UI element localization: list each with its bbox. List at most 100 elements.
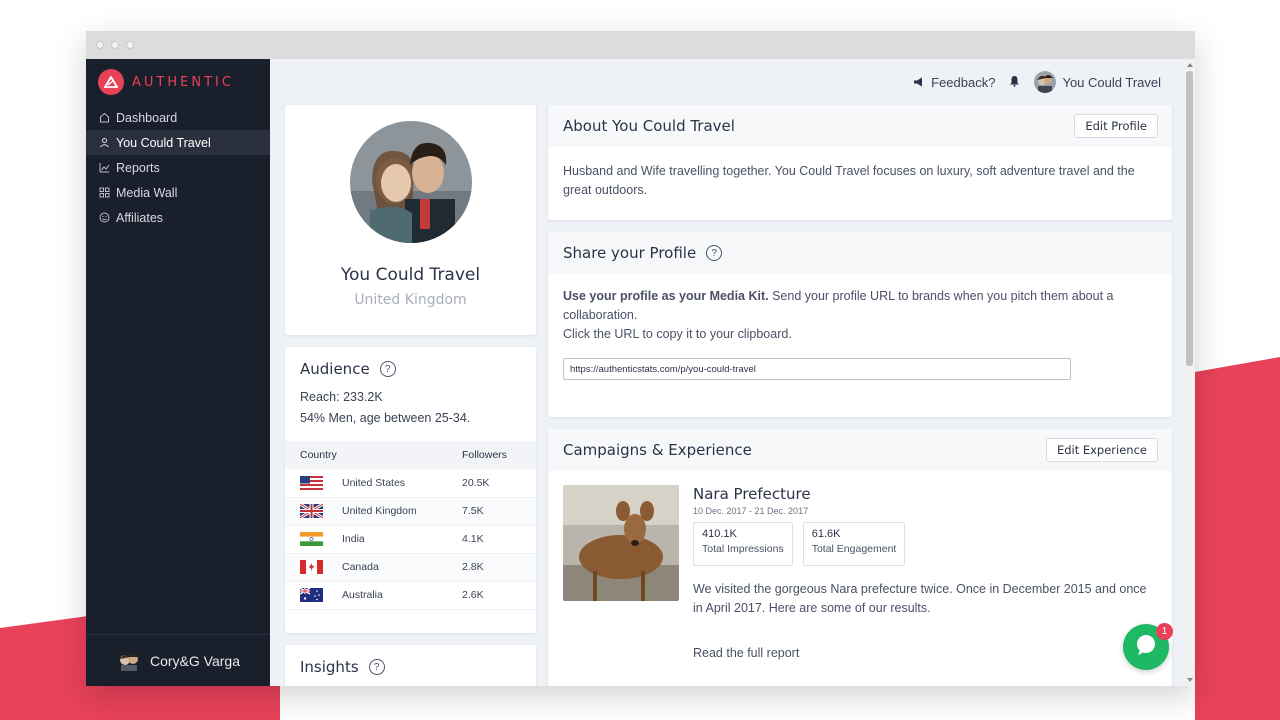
canada-flag-icon xyxy=(300,560,323,574)
notifications-button[interactable] xyxy=(1009,75,1020,90)
sidebar-item-label: Media Wall xyxy=(116,185,178,200)
window-dot xyxy=(96,41,104,49)
followers-cell: 2.8K xyxy=(462,553,536,582)
window-dot xyxy=(111,41,119,49)
table-row: United States 20.5K xyxy=(285,469,536,498)
country-cell: United Kingdom xyxy=(342,497,462,526)
left-column: You Could Travel United Kingdom Audience… xyxy=(285,105,536,686)
share-header: Share your Profile ? xyxy=(548,232,1172,274)
country-cell: United States xyxy=(342,469,462,498)
campaign-description: We visited the gorgeous Nara prefecture … xyxy=(693,582,1147,615)
insights-card: Insights ? xyxy=(285,645,536,686)
campaigns-header: Campaigns & Experience Edit Experience xyxy=(548,429,1172,471)
share-lead-bold: Use your profile as your Media Kit. xyxy=(563,289,769,303)
app: AUTHENTIC Dashboard You Could Travel Rep… xyxy=(86,59,1195,686)
user-icon xyxy=(98,137,110,148)
campaign-dates: 10 Dec. 2017 - 21 Dec. 2017 xyxy=(693,506,809,516)
us-flag-icon xyxy=(300,475,323,490)
stat-engagement: 61.6K Total Engagement xyxy=(802,522,906,566)
about-text: Husband and Wife travelling together. Yo… xyxy=(563,164,1135,197)
stat-impressions: 410.1K Total Impressions xyxy=(693,522,793,566)
profile-location: United Kingdom xyxy=(354,292,467,308)
sidebar-nav: Dashboard You Could Travel Reports Media… xyxy=(86,105,270,230)
profile-photo xyxy=(349,121,472,243)
sidebar-item-affiliates[interactable]: Affiliates xyxy=(86,205,270,230)
page-scrollbar[interactable] xyxy=(1184,59,1195,686)
smile-icon xyxy=(98,212,110,223)
sidebar-item-label: Dashboard xyxy=(116,110,178,125)
home-icon xyxy=(98,112,110,123)
brand[interactable]: AUTHENTIC xyxy=(86,59,270,103)
sidebar-item-you-could-travel[interactable]: You Could Travel xyxy=(86,130,270,155)
stat-value: 410.1K xyxy=(702,528,737,540)
campaign-stats: 410.1K Total Impressions 61.6K Total Eng… xyxy=(693,522,1157,566)
column-header-country: Country xyxy=(285,441,462,469)
table-row: India 4.1K xyxy=(285,525,536,554)
main-content: Feedback? You Could Travel You Could Tra… xyxy=(270,59,1195,686)
insights-title: Insights ? xyxy=(300,657,521,677)
australia-flag-icon xyxy=(300,588,323,602)
brand-name: AUTHENTIC xyxy=(132,74,234,90)
about-title: About You Could Travel xyxy=(563,117,735,135)
sidebar-user[interactable]: Cory&G Varga xyxy=(86,634,270,686)
sidebar-item-label: You Could Travel xyxy=(116,135,211,150)
sidebar-item-dashboard[interactable]: Dashboard xyxy=(86,105,270,130)
help-icon[interactable]: ? xyxy=(706,245,723,261)
flag-cell xyxy=(285,469,342,498)
scrollbar-thumb[interactable] xyxy=(1186,71,1193,366)
scroll-up-icon[interactable] xyxy=(1187,63,1193,67)
read-full-report-link[interactable]: Read the full report xyxy=(693,646,1157,660)
profile-url-input[interactable] xyxy=(563,358,1071,380)
browser-window: AUTHENTIC Dashboard You Could Travel Rep… xyxy=(86,31,1195,686)
edit-experience-button[interactable]: Edit Experience xyxy=(1045,438,1158,462)
feedback-link[interactable]: Feedback? xyxy=(913,75,995,90)
profile-name: You Could Travel xyxy=(340,265,481,285)
content-area: You Could Travel United Kingdom Audience… xyxy=(285,105,1172,686)
table-header-row: Country Followers xyxy=(285,441,536,469)
country-cell: Australia xyxy=(342,581,462,610)
audience-title: Audience ? xyxy=(300,359,521,379)
window-dot xyxy=(126,41,134,49)
edit-profile-button[interactable]: Edit Profile xyxy=(1074,114,1158,138)
campaigns-title: Campaigns & Experience xyxy=(563,441,752,459)
about-header: About You Could Travel Edit Profile xyxy=(548,105,1172,147)
campaign-photo xyxy=(563,485,679,601)
audience-table: Country Followers United States 20.5K Un… xyxy=(285,441,536,610)
user-name: You Could Travel xyxy=(1062,74,1161,90)
country-cell: India xyxy=(342,525,462,554)
grid-icon xyxy=(98,187,110,198)
stat-label: Total Impressions xyxy=(702,543,784,555)
user-avatar xyxy=(116,651,142,671)
audience-title-text: Audience xyxy=(300,360,370,378)
help-icon[interactable]: ? xyxy=(368,659,385,675)
campaign-title[interactable]: Nara Prefecture xyxy=(693,485,1157,503)
followers-cell: 20.5K xyxy=(462,469,536,498)
audience-reach: Reach: 233.2K xyxy=(300,390,383,404)
table-row: Canada 2.8K xyxy=(285,553,536,582)
campaigns-card: Campaigns & Experience Edit Experience N… xyxy=(548,429,1172,686)
sidebar-item-media-wall[interactable]: Media Wall xyxy=(86,180,270,205)
table-row: United Kingdom 7.5K xyxy=(285,497,536,526)
share-card: Share your Profile ? Use your profile as… xyxy=(548,232,1172,417)
brand-logo-icon xyxy=(98,69,124,95)
top-bar: Feedback? You Could Travel xyxy=(270,59,1195,105)
right-column: About You Could Travel Edit Profile Husb… xyxy=(548,105,1172,686)
followers-cell: 4.1K xyxy=(462,525,536,554)
share-hint: Click the URL to copy it to your clipboa… xyxy=(563,327,792,341)
user-menu[interactable]: You Could Travel xyxy=(1034,71,1161,93)
bell-icon xyxy=(1009,75,1020,90)
share-title: Share your Profile ? xyxy=(563,244,723,262)
share-title-text: Share your Profile xyxy=(563,244,697,262)
audience-summary: Reach: 233.2K 54% Men, age between 25-34… xyxy=(300,387,521,429)
scroll-down-icon[interactable] xyxy=(1187,678,1193,682)
stat-value: 61.6K xyxy=(811,528,841,540)
sidebar-item-reports[interactable]: Reports xyxy=(86,155,270,180)
insights-title-text: Insights xyxy=(300,658,359,676)
profile-card: You Could Travel United Kingdom xyxy=(285,105,536,335)
share-lead: Use your profile as your Media Kit. Send… xyxy=(563,287,1157,325)
help-icon[interactable]: ? xyxy=(379,361,396,377)
sidebar-user-name: Cory&G Varga xyxy=(150,652,240,669)
sidebar: AUTHENTIC Dashboard You Could Travel Rep… xyxy=(86,59,270,686)
sidebar-item-label: Affiliates xyxy=(116,210,164,225)
chart-icon xyxy=(98,162,110,173)
